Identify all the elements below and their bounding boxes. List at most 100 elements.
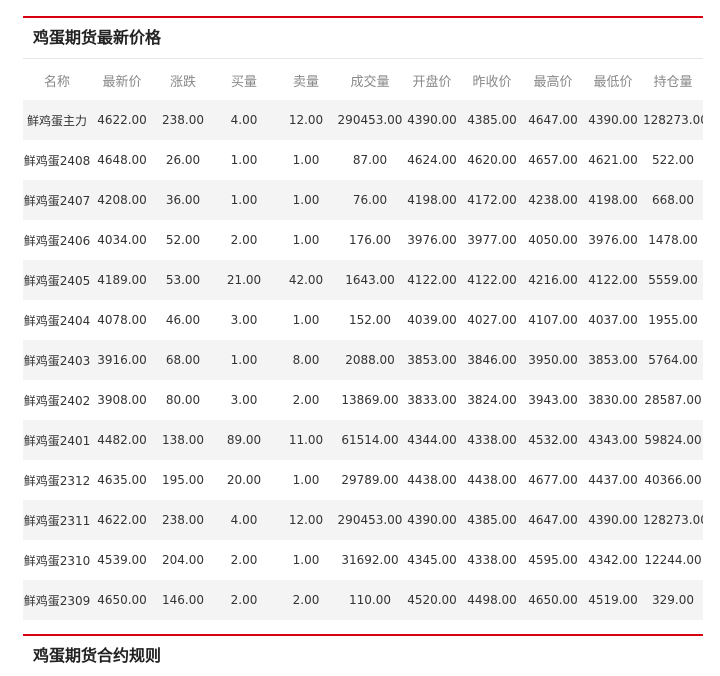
col-header-low: 最低价: [593, 74, 633, 90]
cell-name[interactable]: 鲜鸡蛋2406: [23, 220, 91, 260]
cell-prev: 3824.00: [467, 393, 517, 407]
cell-low: 4390.00: [583, 500, 643, 540]
cell-name[interactable]: 鲜鸡蛋主力: [23, 100, 91, 140]
quotes-table-body: 鲜鸡蛋主力 4622.00 238.00 4.00 12.00 290453.00 4390…: [23, 100, 703, 620]
table-row[interactable]: 鲜鸡蛋2408 4648.00 26.00 1.00 1.00 87.00 4624.00 4…: [23, 140, 703, 180]
cell-open: 3833.00: [407, 393, 457, 407]
cell-bid: 89.00: [213, 420, 275, 460]
cell-ask: 1.00: [292, 473, 320, 487]
cell-oi: 28587.00: [644, 393, 702, 407]
contract-rules-title: 鸡蛋期货合约规则: [33, 646, 162, 665]
cell-volume: 13869.00: [341, 393, 399, 407]
table-row[interactable]: 鲜鸡蛋2311 4622.00 238.00 4.00 12.00 290453.00 43…: [23, 500, 703, 540]
quotes-table: 名称 最新价 涨跌 买量 卖量 成交量 开盘价 昨收价 最高价 最低价 持仓量 …: [23, 60, 703, 620]
table-row[interactable]: 鲜鸡蛋主力 4622.00 238.00 4.00 12.00 290453.00 4390…: [23, 100, 703, 140]
cell-name[interactable]: 鲜鸡蛋2405: [23, 260, 91, 300]
cell-oi: 59824.00: [643, 420, 703, 460]
cell-open: 4344.00: [403, 420, 461, 460]
cell-oi: 12244.00: [644, 553, 702, 567]
cell-high: 4238.00: [523, 180, 583, 220]
table-row[interactable]: 鲜鸡蛋2312 4635.00 195.00 20.00 1.00 29789.00 443…: [23, 460, 703, 500]
cell-low: 3976.00: [588, 233, 638, 247]
cell-prev: 3846.00: [461, 340, 523, 380]
cell-change: 26.00: [165, 153, 201, 167]
cell-name[interactable]: 鲜鸡蛋2407: [23, 180, 91, 220]
cell-change: 80.00: [165, 393, 201, 407]
cell-volume: 1643.00: [337, 260, 403, 300]
cell-bid: 1.00: [213, 340, 275, 380]
cell-change: 138.00: [153, 420, 213, 460]
cell-ask: 12.00: [275, 100, 337, 140]
cell-ask: 8.00: [275, 340, 337, 380]
cell-high: 3943.00: [528, 393, 578, 407]
cell-low: 4342.00: [588, 553, 638, 567]
cell-high: 4657.00: [528, 153, 578, 167]
cell-volume: 31692.00: [341, 553, 399, 567]
table-row[interactable]: 鲜鸡蛋2310 4539.00 204.00 2.00 1.00 31692.00 4345…: [23, 540, 703, 580]
table-row[interactable]: 鲜鸡蛋2405 4189.00 53.00 21.00 42.00 1643.00 4122…: [23, 260, 703, 300]
cell-open: 4345.00: [407, 553, 457, 567]
panel-title: 鸡蛋期货最新价格: [23, 18, 703, 59]
cell-ask: 2.00: [275, 580, 337, 620]
cell-volume: 290453.00: [337, 500, 403, 540]
cell-name[interactable]: 鲜鸡蛋2408: [23, 140, 91, 180]
cell-change: 204.00: [162, 553, 204, 567]
cell-change: 46.00: [165, 313, 201, 327]
cell-high: 4050.00: [528, 233, 578, 247]
cell-open: 4039.00: [407, 313, 457, 327]
cell-name[interactable]: 鲜鸡蛋2311: [23, 500, 91, 540]
cell-last: 3908.00: [97, 393, 147, 407]
cell-name[interactable]: 鲜鸡蛋2401: [23, 420, 91, 460]
cell-change: 52.00: [165, 233, 201, 247]
cell-name[interactable]: 鲜鸡蛋2312: [23, 460, 91, 500]
table-row[interactable]: 鲜鸡蛋2309 4650.00 146.00 2.00 2.00 110.00 4520.0…: [23, 580, 703, 620]
cell-prev: 3977.00: [467, 233, 517, 247]
cell-last: 4482.00: [91, 420, 153, 460]
cell-bid: 4.00: [213, 500, 275, 540]
table-header-row: 名称 最新价 涨跌 买量 卖量 成交量 开盘价 昨收价 最高价 最低价 持仓量: [23, 60, 703, 100]
cell-high: 4532.00: [523, 420, 583, 460]
table-row[interactable]: 鲜鸡蛋2406 4034.00 52.00 2.00 1.00 176.00 3976.00…: [23, 220, 703, 260]
egg-futures-price-panel: 鸡蛋期货最新价格 名称 最新价 涨跌 买量 卖量 成交量 开盘价 昨收价 最高价…: [23, 16, 703, 620]
cell-prev: 4027.00: [467, 313, 517, 327]
cell-oi: 329.00: [643, 580, 703, 620]
col-header-volume: 成交量: [350, 74, 390, 90]
cell-bid: 20.00: [226, 473, 262, 487]
cell-low: 4343.00: [583, 420, 643, 460]
cell-oi: 5559.00: [643, 260, 703, 300]
col-header-change: 涨跌: [169, 74, 196, 90]
cell-name[interactable]: 鲜鸡蛋2310: [23, 540, 91, 580]
cell-low: 3830.00: [588, 393, 638, 407]
cell-high: 4595.00: [528, 553, 578, 567]
cell-name[interactable]: 鲜鸡蛋2403: [23, 340, 91, 380]
cell-prev: 4620.00: [467, 153, 517, 167]
col-header-last: 最新价: [102, 74, 142, 90]
cell-open: 4624.00: [407, 153, 457, 167]
cell-ask: 1.00: [292, 233, 320, 247]
cell-open: 3853.00: [403, 340, 461, 380]
cell-name[interactable]: 鲜鸡蛋2309: [23, 580, 91, 620]
cell-ask: 1.00: [292, 313, 320, 327]
table-row[interactable]: 鲜鸡蛋2402 3908.00 80.00 3.00 2.00 13869.00 3833.…: [23, 380, 703, 420]
cell-ask: 1.00: [292, 153, 320, 167]
cell-high: 4647.00: [523, 100, 583, 140]
cell-volume: 2088.00: [337, 340, 403, 380]
table-row[interactable]: 鲜鸡蛋2403 3916.00 68.00 1.00 8.00 2088.00 3853.0…: [23, 340, 703, 380]
cell-name[interactable]: 鲜鸡蛋2402: [23, 380, 91, 420]
cell-oi: 522.00: [652, 153, 694, 167]
cell-oi: 40366.00: [644, 473, 702, 487]
cell-volume: 87.00: [352, 153, 388, 167]
table-row[interactable]: 鲜鸡蛋2407 4208.00 36.00 1.00 1.00 76.00 4198.00 4…: [23, 180, 703, 220]
cell-volume: 76.00: [337, 180, 403, 220]
table-row[interactable]: 鲜鸡蛋2404 4078.00 46.00 3.00 1.00 152.00 4039.00…: [23, 300, 703, 340]
cell-change: 146.00: [153, 580, 213, 620]
cell-last: 4622.00: [91, 500, 153, 540]
cell-prev: 4338.00: [461, 420, 523, 460]
table-row[interactable]: 鲜鸡蛋2401 4482.00 138.00 89.00 11.00 61514.00 43…: [23, 420, 703, 460]
cell-oi: 668.00: [643, 180, 703, 220]
cell-prev: 4338.00: [467, 553, 517, 567]
cell-name[interactable]: 鲜鸡蛋2404: [23, 300, 91, 340]
col-header-bid: 买量: [230, 74, 257, 90]
cell-bid: 2.00: [213, 580, 275, 620]
cell-ask: 2.00: [292, 393, 320, 407]
